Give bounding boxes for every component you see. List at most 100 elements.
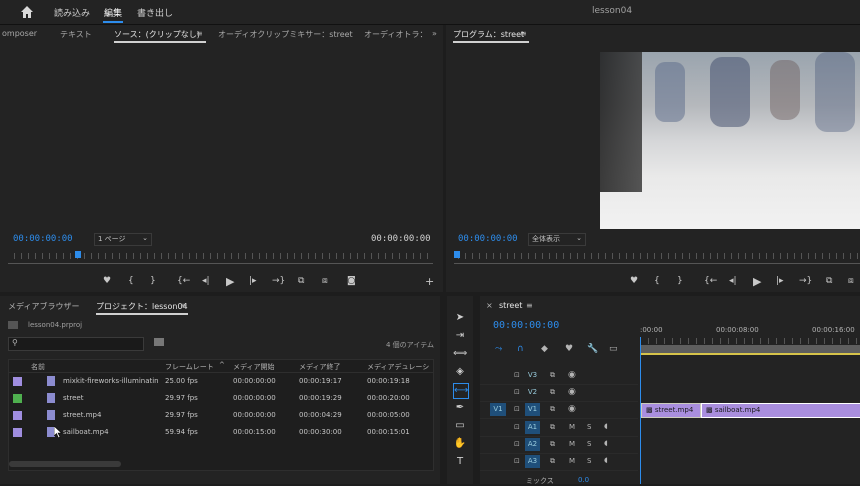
project-row[interactable]: sailboat.mp4 59.94 fps 00:00:15:00 00:00:30… <box>9 424 433 440</box>
col-fps[interactable]: フレームレート <box>165 362 214 372</box>
menu-export[interactable]: 書き出し <box>137 6 173 19</box>
hand-tool-icon[interactable]: ✋ <box>453 437 467 451</box>
track-target-V2[interactable]: V2 <box>525 386 540 399</box>
tab-composer[interactable]: omposer <box>2 29 37 38</box>
timeline-ruler[interactable]: :00:00 00:00:08:00 00:00:16:00 <box>640 326 860 356</box>
insert-icon[interactable]: ⧉ <box>298 276 304 286</box>
solo-button[interactable]: S <box>587 440 591 448</box>
extract-icon[interactable]: ⧈ <box>848 276 854 286</box>
mix-value[interactable]: 0.0 <box>578 476 589 484</box>
project-menu-icon[interactable]: ≡ <box>180 301 187 310</box>
export-frame-icon[interactable]: ◙ <box>347 276 356 286</box>
clip-sailboat[interactable]: ▩ sailboat.mp4 <box>701 403 860 418</box>
track-target-A3[interactable]: A3 <box>525 455 540 468</box>
mute-button[interactable]: M <box>569 440 575 448</box>
microphone-icon[interactable]: ◖ <box>604 456 608 464</box>
source-playhead[interactable] <box>75 251 81 258</box>
col-name[interactable]: 名前 <box>31 362 45 372</box>
add-marker-icon[interactable]: ◆ <box>541 344 548 354</box>
mark-in-icon[interactable]: { <box>654 276 660 286</box>
tab-project[interactable]: プロジェクト：lesson04 <box>96 301 188 312</box>
track-target-V1[interactable]: V1 <box>525 403 540 416</box>
timeline-timecode[interactable]: 00:00:00:00 <box>493 320 559 331</box>
program-timecode[interactable]: 00:00:00:00 <box>458 234 518 244</box>
step-back-icon[interactable]: ◂| <box>202 276 210 286</box>
play-icon[interactable]: ▶ <box>226 275 234 288</box>
horizontal-scrollbar[interactable] <box>9 461 121 467</box>
sync-lock-icon[interactable]: ⧉ <box>550 457 555 466</box>
tab-timeline[interactable]: street <box>499 301 522 310</box>
mute-button[interactable]: M <box>569 457 575 465</box>
home-icon[interactable] <box>20 5 34 19</box>
project-row[interactable]: mixkit-fireworks-illuminatin 25.00 fps 00:… <box>9 373 433 389</box>
lock-icon[interactable]: ⊡ <box>514 457 520 465</box>
add-marker-icon[interactable]: ♥ <box>103 276 111 286</box>
search-input[interactable]: ⚲ <box>8 337 144 351</box>
add-marker-icon[interactable]: ♥ <box>630 276 638 286</box>
menu-edit[interactable]: 編集 <box>104 6 122 19</box>
tab-program[interactable]: プログラム：street <box>453 29 524 40</box>
source-scrub-bar[interactable] <box>8 263 433 264</box>
solo-button[interactable]: S <box>587 457 591 465</box>
menu-import[interactable]: 読み込み <box>54 6 90 19</box>
pen-tool-icon[interactable]: ✒ <box>453 401 467 415</box>
mute-button[interactable]: M <box>569 423 575 431</box>
close-icon[interactable]: × <box>486 301 493 310</box>
go-to-in-icon[interactable]: {← <box>704 276 717 286</box>
tab-text[interactable]: テキスト <box>60 29 92 40</box>
more-tabs-icon[interactable]: » <box>432 29 437 38</box>
program-playhead[interactable] <box>454 251 460 258</box>
step-forward-icon[interactable]: |▸ <box>249 276 257 286</box>
eye-icon[interactable]: ◉ <box>568 370 576 380</box>
microphone-icon[interactable]: ◖ <box>604 439 608 447</box>
lock-icon[interactable]: ⊡ <box>514 388 520 396</box>
captions-icon[interactable]: ▭ <box>609 344 618 354</box>
timeline-menu-icon[interactable]: ≡ <box>526 301 533 310</box>
wrench-icon[interactable]: 🔧 <box>587 344 598 354</box>
solo-button[interactable]: S <box>587 423 591 431</box>
tab-source[interactable]: ソース：(クリップなし) <box>114 29 200 40</box>
tab-media-browser[interactable]: メディアブラウザー <box>8 301 79 312</box>
sync-lock-icon[interactable]: ⧉ <box>550 423 555 432</box>
microphone-icon[interactable]: ◖ <box>604 422 608 430</box>
go-to-out-icon[interactable]: →} <box>799 276 812 286</box>
play-icon[interactable]: ▶ <box>753 275 761 288</box>
razor-tool-icon[interactable]: ◈ <box>453 365 467 379</box>
project-row[interactable]: street 29.97 fps 00:00:00:00 00:00:19:29 00:… <box>9 390 433 406</box>
add-button-icon[interactable]: + <box>425 275 434 288</box>
type-tool-icon[interactable]: T <box>453 455 467 469</box>
eye-icon[interactable]: ◉ <box>568 387 576 397</box>
col-media-start[interactable]: メディア開始 <box>233 362 275 372</box>
zoom-select[interactable]: 1 ページ ⌄ <box>94 233 152 246</box>
slip-tool-icon[interactable]: ⟷ <box>453 383 469 399</box>
snap-icon[interactable]: ⤳ <box>495 344 502 354</box>
col-media-end[interactable]: メディア終了 <box>299 362 341 372</box>
track-select-tool-icon[interactable]: ⇥ <box>453 329 467 343</box>
overwrite-icon[interactable]: ⧈ <box>322 276 328 286</box>
track-target-V3[interactable]: V3 <box>525 369 540 382</box>
lock-icon[interactable]: ⊡ <box>514 371 520 379</box>
source-timecode-in[interactable]: 00:00:00:00 <box>13 234 73 244</box>
mark-in-icon[interactable]: { <box>128 276 134 286</box>
project-row[interactable]: street.mp4 29.97 fps 00:00:00:00 00:00:04:2… <box>9 407 433 423</box>
marker-icon[interactable]: ♥ <box>565 344 573 354</box>
work-area-bar[interactable] <box>640 345 860 355</box>
sync-lock-icon[interactable]: ⧉ <box>550 440 555 449</box>
lock-icon[interactable]: ⊡ <box>514 440 520 448</box>
source-track-v1[interactable]: V1 <box>490 403 506 416</box>
sort-ascending-icon[interactable]: ^ <box>219 361 225 369</box>
ripple-edit-tool-icon[interactable]: ⟺ <box>453 347 467 361</box>
program-ruler[interactable] <box>458 253 860 259</box>
track-target-A2[interactable]: A2 <box>525 438 540 451</box>
eye-icon[interactable]: ◉ <box>568 404 576 414</box>
sync-lock-icon[interactable]: ⧉ <box>550 388 555 397</box>
track-target-A1[interactable]: A1 <box>525 421 540 434</box>
fit-select[interactable]: 全体表示 ⌄ <box>528 233 586 246</box>
mark-out-icon[interactable]: } <box>150 276 156 286</box>
step-back-icon[interactable]: ◂| <box>729 276 737 286</box>
col-media-duration[interactable]: メディアデュレーシ <box>367 362 429 372</box>
tab-audio-clip-mixer[interactable]: オーディオクリップミキサー：street <box>218 29 353 40</box>
linked-selection-icon[interactable]: ∩ <box>517 344 524 354</box>
lock-icon[interactable]: ⊡ <box>514 405 520 413</box>
lock-icon[interactable]: ⊡ <box>514 423 520 431</box>
